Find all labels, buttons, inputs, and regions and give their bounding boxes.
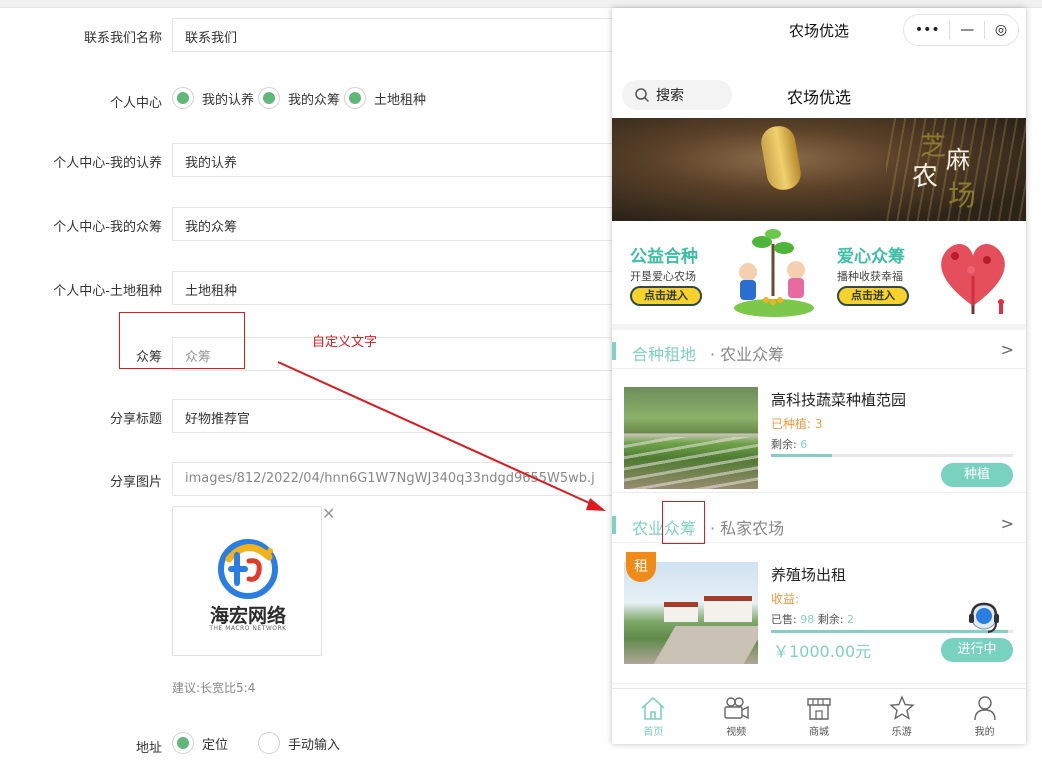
annotation-arrow	[277, 361, 606, 511]
